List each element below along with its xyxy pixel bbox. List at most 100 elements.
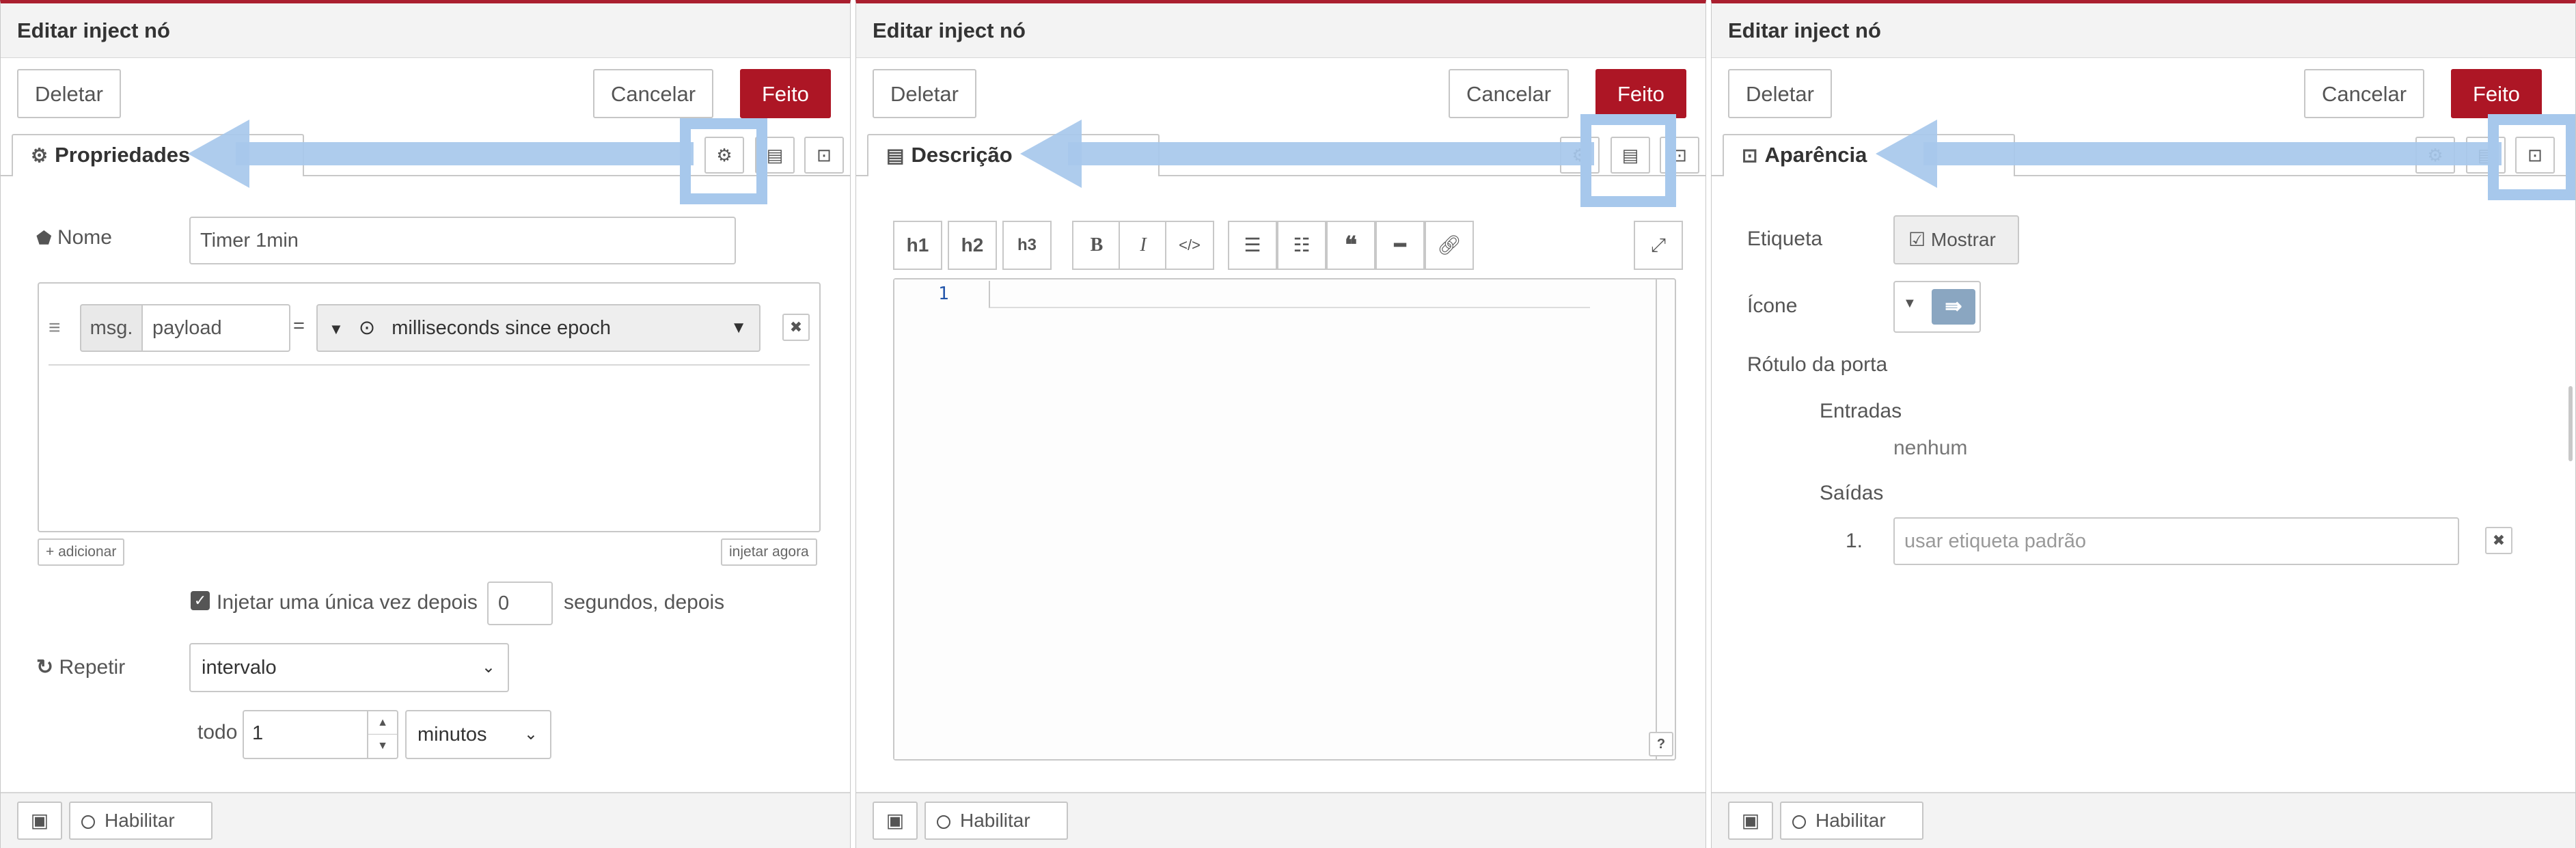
book-button[interactable]: ▣ bbox=[873, 802, 918, 840]
tab-label: Aparência bbox=[1764, 143, 1867, 167]
tab-label: Propriedades bbox=[55, 143, 191, 167]
enable-toggle[interactable]: Habilitar bbox=[1780, 802, 1923, 840]
quote-button[interactable]: ❝ bbox=[1326, 221, 1375, 270]
code-button[interactable]: </> bbox=[1165, 221, 1214, 270]
delete-button[interactable]: Deletar bbox=[873, 69, 976, 118]
cancel-button[interactable]: Cancelar bbox=[2304, 69, 2425, 118]
active-line bbox=[989, 281, 1590, 308]
once-checkbox[interactable]: ✓ bbox=[191, 591, 210, 610]
book-button[interactable]: ▣ bbox=[1728, 802, 1773, 840]
highlight-box bbox=[1580, 114, 1676, 207]
repeat-label: Repetir bbox=[59, 656, 126, 679]
h2-button[interactable]: h2 bbox=[948, 221, 997, 270]
chevron-down-icon: ▼ bbox=[730, 318, 747, 337]
panel-scrollbar[interactable] bbox=[2568, 386, 2573, 461]
enable-toggle[interactable]: Habilitar bbox=[924, 802, 1068, 840]
editor-scrollbar[interactable] bbox=[1656, 279, 1675, 759]
done-button[interactable]: Feito bbox=[2451, 69, 2542, 118]
expand-icon: ⤢ bbox=[1650, 234, 1667, 256]
name-input[interactable]: Timer 1min bbox=[189, 217, 736, 264]
add-property-button[interactable]: + adicionar bbox=[38, 538, 125, 566]
inputs-label: Entradas bbox=[1820, 400, 1902, 422]
repeat-value: intervalo bbox=[202, 657, 277, 679]
row-divider bbox=[49, 364, 810, 366]
book-button[interactable]: ▣ bbox=[17, 802, 62, 840]
horizontal-rule-icon: ━ bbox=[1394, 234, 1406, 256]
circle-icon bbox=[81, 815, 95, 829]
chevron-down-icon: ⌄ bbox=[523, 725, 538, 743]
h1-button[interactable]: h1 bbox=[893, 221, 942, 270]
highlight-arrow bbox=[188, 120, 694, 188]
clear-output-label-button[interactable]: ✖ bbox=[2485, 527, 2512, 554]
seconds-label: segundos, depois bbox=[564, 591, 725, 614]
cancel-button[interactable]: Cancelar bbox=[593, 69, 714, 118]
equals-sign: = bbox=[293, 315, 305, 337]
link-button[interactable]: 🔗︎ bbox=[1425, 221, 1474, 270]
expand-button[interactable]: ⤢ bbox=[1634, 221, 1683, 270]
every-label: todo bbox=[197, 721, 238, 743]
edit-panel-description: Editar inject nó Deletar Cancelar Feito … bbox=[855, 0, 1706, 848]
bold-button[interactable]: B bbox=[1072, 221, 1121, 270]
list-icon: ☷ bbox=[1293, 234, 1311, 256]
clock-icon: ⊙ bbox=[358, 317, 376, 339]
italic-button[interactable]: I bbox=[1119, 221, 1168, 270]
property-input[interactable]: payload bbox=[141, 304, 290, 352]
every-stepper[interactable]: 1 ▲ ▼ bbox=[243, 710, 398, 759]
done-button[interactable]: Feito bbox=[740, 69, 831, 118]
delete-button[interactable]: Deletar bbox=[17, 69, 121, 118]
unordered-list-button[interactable]: ☷ bbox=[1277, 221, 1326, 270]
editor-gutter bbox=[894, 279, 990, 759]
done-button[interactable]: Feito bbox=[1595, 69, 1686, 118]
circle-icon bbox=[1792, 815, 1806, 829]
help-button[interactable]: ? bbox=[1649, 732, 1673, 756]
output-label-input[interactable]: usar etiqueta padrão bbox=[1893, 517, 2459, 565]
show-label-button[interactable]: ☑ Mostrar bbox=[1893, 215, 2019, 264]
icon-label: Ícone bbox=[1747, 295, 1798, 317]
name-label: Nome bbox=[57, 226, 112, 249]
edit-panel-appearance: Editar inject nó Deletar Cancelar Feito … bbox=[1711, 0, 2576, 848]
repeat-select[interactable]: intervalo ⌄ bbox=[189, 643, 509, 692]
panel-title: Editar inject nó bbox=[1712, 3, 2575, 58]
appearance-tab-button[interactable]: ⊡ bbox=[804, 137, 844, 174]
frame-icon: ⊡ bbox=[817, 145, 832, 165]
enable-toggle[interactable]: Habilitar bbox=[69, 802, 213, 840]
arrow-head bbox=[1020, 120, 1082, 188]
stepper-up-icon[interactable]: ▲ bbox=[367, 711, 397, 735]
every-value: 1 bbox=[252, 722, 264, 744]
icon-picker[interactable]: ▼ ⇛ bbox=[1893, 281, 1981, 333]
panel-footer: ▣ Habilitar bbox=[856, 792, 1705, 848]
ordered-list-icon: ☰ bbox=[1244, 234, 1261, 256]
quote-icon: ❝ bbox=[1344, 232, 1358, 258]
book-icon: ▣ bbox=[30, 810, 49, 831]
circle-icon bbox=[937, 815, 950, 829]
code-editor[interactable]: 1 ? bbox=[893, 278, 1676, 761]
refresh-icon: ↻ bbox=[36, 656, 54, 679]
value-type-label: milliseconds since epoch bbox=[392, 317, 611, 339]
property-list: ≡ msg. payload = ▼ ⊙ milliseconds since … bbox=[38, 282, 821, 532]
add-label: adicionar bbox=[58, 544, 117, 560]
close-icon: ✖ bbox=[789, 318, 803, 336]
remove-property-button[interactable]: ✖ bbox=[782, 314, 810, 341]
help-label: ? bbox=[1656, 737, 1666, 752]
rule-button[interactable]: ━ bbox=[1375, 221, 1425, 270]
stepper-down-icon[interactable]: ▼ bbox=[367, 735, 397, 758]
inject-node-icon: ⇛ bbox=[1932, 289, 1975, 325]
delete-button[interactable]: Deletar bbox=[1728, 69, 1832, 118]
plus-icon: + bbox=[46, 544, 59, 560]
port-label: Rótulo da porta bbox=[1747, 353, 1888, 376]
cancel-button[interactable]: Cancelar bbox=[1449, 69, 1570, 118]
ordered-list-button[interactable]: ☰ bbox=[1228, 221, 1277, 270]
arrow-shaft bbox=[1923, 142, 2502, 165]
unit-value: minutos bbox=[417, 724, 487, 746]
caret-down-icon: ▼ bbox=[1903, 296, 1917, 311]
frame-icon: ⊡ bbox=[1742, 145, 1758, 166]
h3-button[interactable]: h3 bbox=[1002, 221, 1052, 270]
unit-select[interactable]: minutos ⌄ bbox=[405, 710, 551, 759]
value-type-select[interactable]: ▼ ⊙ milliseconds since epoch ▼ bbox=[316, 304, 761, 352]
once-delay-input[interactable]: 0 bbox=[487, 582, 553, 625]
arrow-head bbox=[1876, 120, 1937, 188]
name-label-row: ⬟ Nome bbox=[36, 226, 112, 249]
inject-now-button[interactable]: injetar agora bbox=[721, 538, 817, 566]
arrow-shaft bbox=[1068, 142, 1594, 165]
drag-handle-icon[interactable]: ≡ bbox=[49, 316, 61, 340]
